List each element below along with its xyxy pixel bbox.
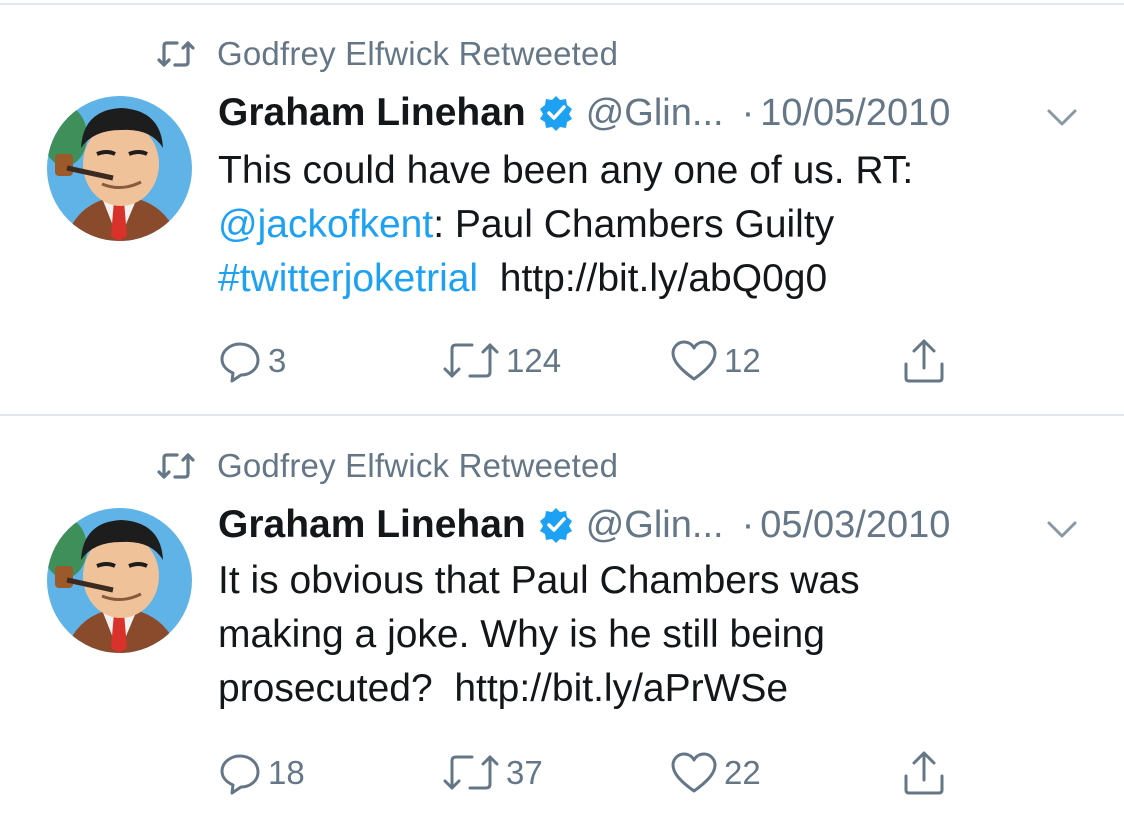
heart-icon bbox=[671, 340, 717, 381]
tweet-actions: 18 37 22 bbox=[218, 748, 978, 798]
tweet-actions: 3 124 12 bbox=[218, 336, 978, 386]
share-button[interactable] bbox=[901, 336, 947, 386]
tweet-text-segment: It is obvious that Paul Chambers was bbox=[218, 559, 860, 602]
tweet-text-segment: prosecuted? http://bit.ly/aPrWSe bbox=[218, 667, 789, 710]
mention-link[interactable]: @jackofkent bbox=[218, 203, 433, 246]
retweet-icon bbox=[157, 41, 195, 67]
heart-icon bbox=[671, 752, 717, 793]
reply-icon bbox=[220, 754, 260, 795]
tweet-text: It is obvious that Paul Chambers was maki… bbox=[218, 554, 1098, 716]
share-icon bbox=[904, 751, 944, 795]
separator-dot: · bbox=[741, 503, 755, 546]
like-button[interactable]: 12 bbox=[670, 336, 761, 386]
tweet-date[interactable]: 10/05/2010 bbox=[760, 92, 950, 135]
separator-dot: · bbox=[741, 91, 755, 134]
retweet-context: Godfrey Elfwick Retweeted bbox=[157, 34, 618, 74]
tweet[interactable]: Godfrey Elfwick Retweeted Graham Linehan… bbox=[0, 0, 1124, 412]
share-icon bbox=[904, 339, 944, 383]
like-count: 22 bbox=[724, 754, 761, 791]
retweet-context: Godfrey Elfwick Retweeted bbox=[157, 446, 618, 486]
tweet-header: Graham Linehan @Glin... · 05/03/2010 bbox=[218, 501, 950, 549]
like-button[interactable]: 22 bbox=[670, 748, 761, 798]
retweet-count: 124 bbox=[506, 342, 562, 379]
tweet-text-line: #twitterjoketrial http://bit.ly/abQ0g0 bbox=[218, 252, 1098, 306]
reply-count: 18 bbox=[268, 754, 305, 791]
tweet-text-segment: This could have been any one of us. RT: bbox=[218, 149, 914, 192]
reply-count: 3 bbox=[268, 342, 287, 379]
tweet-text-segment: : Paul Chambers Guilty bbox=[433, 203, 835, 246]
author-name[interactable]: Graham Linehan bbox=[218, 503, 526, 547]
retweet-context-label: Godfrey Elfwick Retweeted bbox=[217, 35, 619, 72]
retweet-icon bbox=[443, 343, 499, 378]
tweet-text-line: @jackofkent: Paul Chambers Guilty bbox=[218, 198, 1098, 252]
retweet-count: 37 bbox=[506, 754, 543, 791]
reply-button[interactable]: 18 bbox=[218, 748, 305, 798]
retweet-context-label: Godfrey Elfwick Retweeted bbox=[217, 447, 619, 484]
tweet-text-line: prosecuted? http://bit.ly/aPrWSe bbox=[218, 662, 1098, 716]
tweet-text-segment: making a joke. Why is he still being bbox=[218, 613, 825, 656]
share-button[interactable] bbox=[901, 748, 947, 798]
tweet[interactable]: Godfrey Elfwick Retweeted Graham Linehan… bbox=[0, 412, 1124, 824]
author-name[interactable]: Graham Linehan bbox=[218, 91, 526, 135]
author-handle[interactable]: @Glin... bbox=[586, 504, 724, 547]
chevron-down-icon[interactable] bbox=[1045, 518, 1079, 540]
retweet-button[interactable]: 124 bbox=[442, 336, 561, 386]
tweet-date[interactable]: 05/03/2010 bbox=[760, 504, 950, 547]
author-handle[interactable]: @Glin... bbox=[586, 92, 724, 135]
chevron-down-icon[interactable] bbox=[1045, 106, 1079, 128]
tweet-text-line: This could have been any one of us. RT: bbox=[218, 144, 1098, 198]
verified-badge-icon bbox=[539, 508, 572, 543]
hashtag-link[interactable]: #twitterjoketrial bbox=[218, 257, 478, 300]
avatar-image bbox=[47, 96, 192, 241]
reply-button[interactable]: 3 bbox=[218, 336, 286, 386]
like-count: 12 bbox=[724, 342, 761, 379]
verified-badge-icon bbox=[539, 96, 572, 131]
retweet-icon bbox=[443, 755, 499, 790]
retweet-button[interactable]: 37 bbox=[442, 748, 543, 798]
avatar[interactable] bbox=[47, 508, 192, 653]
avatar-image bbox=[47, 508, 192, 653]
reply-icon bbox=[220, 342, 260, 383]
tweet-text: This could have been any one of us. RT: @… bbox=[218, 144, 1098, 306]
retweet-icon bbox=[157, 453, 195, 479]
tweet-text-segment: http://bit.ly/abQ0g0 bbox=[478, 257, 828, 300]
avatar[interactable] bbox=[47, 96, 192, 241]
tweet-text-line: making a joke. Why is he still being bbox=[218, 608, 1098, 662]
tweet-text-line: It is obvious that Paul Chambers was bbox=[218, 554, 1098, 608]
tweet-header: Graham Linehan @Glin... · 10/05/2010 bbox=[218, 89, 950, 137]
